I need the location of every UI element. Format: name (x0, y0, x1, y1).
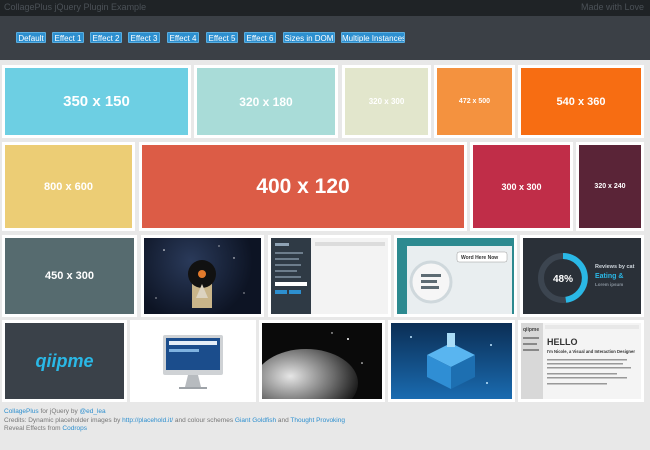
footer-text: and colour schemes (173, 416, 235, 424)
boxes-photo-image (391, 323, 512, 399)
collage-tile-dial-screenshot[interactable]: 48% Reviews by cat Eating & Lorem ipsum (520, 235, 644, 317)
placeholder-image: 800 x 600 (5, 145, 132, 228)
footer-text: for jQuery by (38, 408, 80, 415)
tile-label: 320 x 180 (239, 94, 293, 109)
dial-screenshot-image: 48% Reviews by cat Eating & Lorem ipsum (523, 238, 641, 314)
codrops-link[interactable]: Codrops (62, 425, 87, 432)
collage-tile-450x300[interactable]: 450 x 300 (2, 235, 137, 317)
sizes-in-dom-button[interactable]: Sizes in DOM (283, 32, 335, 43)
collage-tile-imac-photo[interactable] (130, 320, 256, 402)
tab-word: Word Here Now (461, 255, 498, 261)
qiipme-logo-icon: qiipme (35, 350, 94, 371)
vinyl-illustration-icon (155, 245, 245, 308)
tile-label: 540 x 360 (556, 95, 606, 108)
vinyl-photo-image (144, 238, 261, 314)
portfolio-page-illustration-icon: qiipme HELLO I'm Nicole, a Visual and In… (521, 323, 639, 399)
collage-tile-planet-photo[interactable] (259, 320, 385, 402)
website-photo-image: Word Here Now (397, 238, 514, 314)
tile-label: 450 x 300 (45, 270, 94, 282)
multiple-instances-button[interactable]: Multiple Instances (341, 32, 405, 43)
collage-tile-540x360[interactable]: 540 x 360 (518, 65, 644, 138)
page-subheading: I'm Nicole, a Visual and Interaction Des… (547, 349, 635, 354)
placeholder-image: 320 x 240 (579, 145, 641, 228)
tile-label: 300 x 300 (501, 181, 542, 192)
footer-line-1: CollagePlus for jQuery by @ed_lea (4, 408, 644, 417)
collage-tile-320x180[interactable]: 320 x 180 (194, 65, 338, 138)
effect-4-button[interactable]: Effect 4 (167, 32, 199, 43)
page-title: CollagePlus jQuery Plugin Example (4, 2, 147, 12)
placeholder-image: 320 x 180 (197, 68, 335, 135)
logo-image: qiipme (5, 323, 124, 399)
imac-photo-image (133, 323, 253, 399)
admin-screenshot-image (271, 238, 388, 314)
effect-1-button[interactable]: Effect 1 (52, 32, 84, 43)
floating-boxes-illustration-icon (410, 333, 492, 389)
collage-tile-320x240[interactable]: 320 x 240 (576, 142, 644, 231)
effects-toolbar: Default Effect 1 Effect 2 Effect 3 Effec… (0, 16, 650, 60)
dial-caption-1: Reviews by cat (595, 264, 635, 270)
top-bar: CollagePlus jQuery Plugin Example Made w… (0, 0, 650, 16)
footer-line-2: Credits: Dynamic placeholder images by h… (4, 417, 644, 426)
collage-tile-vinyl-photo[interactable] (141, 235, 264, 317)
dial-caption-3: Lorem ipsum (595, 282, 623, 287)
author-link[interactable]: @ed_lea (80, 408, 106, 415)
placeholder-image: 472 x 500 (437, 68, 512, 135)
collage-tile-boxes-photo[interactable] (388, 320, 515, 402)
footer-line-3: Reveal Effects from Codrops (4, 425, 644, 434)
page-hello-heading: HELLO (547, 337, 578, 347)
side-logo: qiipme (523, 327, 539, 333)
collage-tile-admin-screenshot[interactable] (268, 235, 391, 317)
collageplus-link[interactable]: CollagePlus (4, 408, 39, 415)
collage-tile-472x500[interactable]: 472 x 500 (434, 65, 515, 138)
effect-5-button[interactable]: Effect 5 (206, 32, 238, 43)
thought-provoking-link[interactable]: Thought Provoking (290, 417, 345, 424)
collage-tile-350x150[interactable]: 350 x 150 (2, 65, 191, 138)
tile-label: 400 x 120 (256, 174, 350, 198)
effect-2-button[interactable]: Effect 2 (90, 32, 122, 43)
imac-illustration-icon (163, 335, 223, 389)
placeholder-image: 540 x 360 (521, 68, 641, 135)
made-with-link[interactable]: Made with Love (581, 2, 644, 12)
tile-label: 350 x 150 (63, 93, 130, 110)
admin-ui-illustration-icon (271, 238, 385, 314)
planet-photo-image (262, 323, 382, 399)
collage-tile-website-photo[interactable]: Word Here Now (394, 235, 517, 317)
placeholder-image: 400 x 120 (142, 145, 464, 228)
tile-label: 320 x 300 (368, 97, 405, 106)
planet-illustration-icon (262, 332, 363, 399)
placeholder-image: 300 x 300 (473, 145, 570, 228)
progress-dial-icon: 48% Reviews by cat Eating & Lorem ipsum (538, 253, 635, 303)
portfolio-screenshot-image: qiipme HELLO I'm Nicole, a Visual and In… (521, 323, 641, 399)
website-magnifier-illustration-icon: Word Here Now (397, 238, 514, 314)
giant-goldfish-link[interactable]: Giant Goldfish (235, 417, 276, 424)
collage-tile-320x300[interactable]: 320 x 300 (342, 65, 431, 138)
collage-tile-logo[interactable]: qiipme (2, 320, 127, 402)
footer-text: and (276, 416, 291, 424)
tile-label: 472 x 500 (458, 98, 491, 105)
footer-credits: CollagePlus for jQuery by @ed_lea Credit… (4, 408, 644, 434)
dial-caption-2: Eating & (595, 273, 623, 280)
collage-tile-400x120[interactable]: 400 x 120 (139, 142, 467, 231)
footer-text: Credits: Dynamic placeholder images by (4, 416, 123, 424)
tile-label: 800 x 600 (44, 180, 93, 193)
default-button[interactable]: Default (16, 32, 46, 43)
dial-value: 48% (553, 274, 573, 285)
collage-tile-300x300[interactable]: 300 x 300 (470, 142, 573, 231)
footer-text: Reveal Effects from (4, 425, 63, 432)
effect-3-button[interactable]: Effect 3 (128, 32, 160, 43)
effect-6-button[interactable]: Effect 6 (244, 32, 276, 43)
placeholder-image: 350 x 150 (5, 68, 188, 135)
placehold-link[interactable]: http://placehold.it/ (122, 417, 173, 424)
collage-tile-800x600[interactable]: 800 x 600 (2, 142, 135, 231)
tile-label: 320 x 240 (594, 183, 626, 190)
collage-tile-portfolio-screenshot[interactable]: qiipme HELLO I'm Nicole, a Visual and In… (518, 320, 644, 402)
placeholder-image: 450 x 300 (5, 238, 134, 314)
placeholder-image: 320 x 300 (345, 68, 428, 135)
